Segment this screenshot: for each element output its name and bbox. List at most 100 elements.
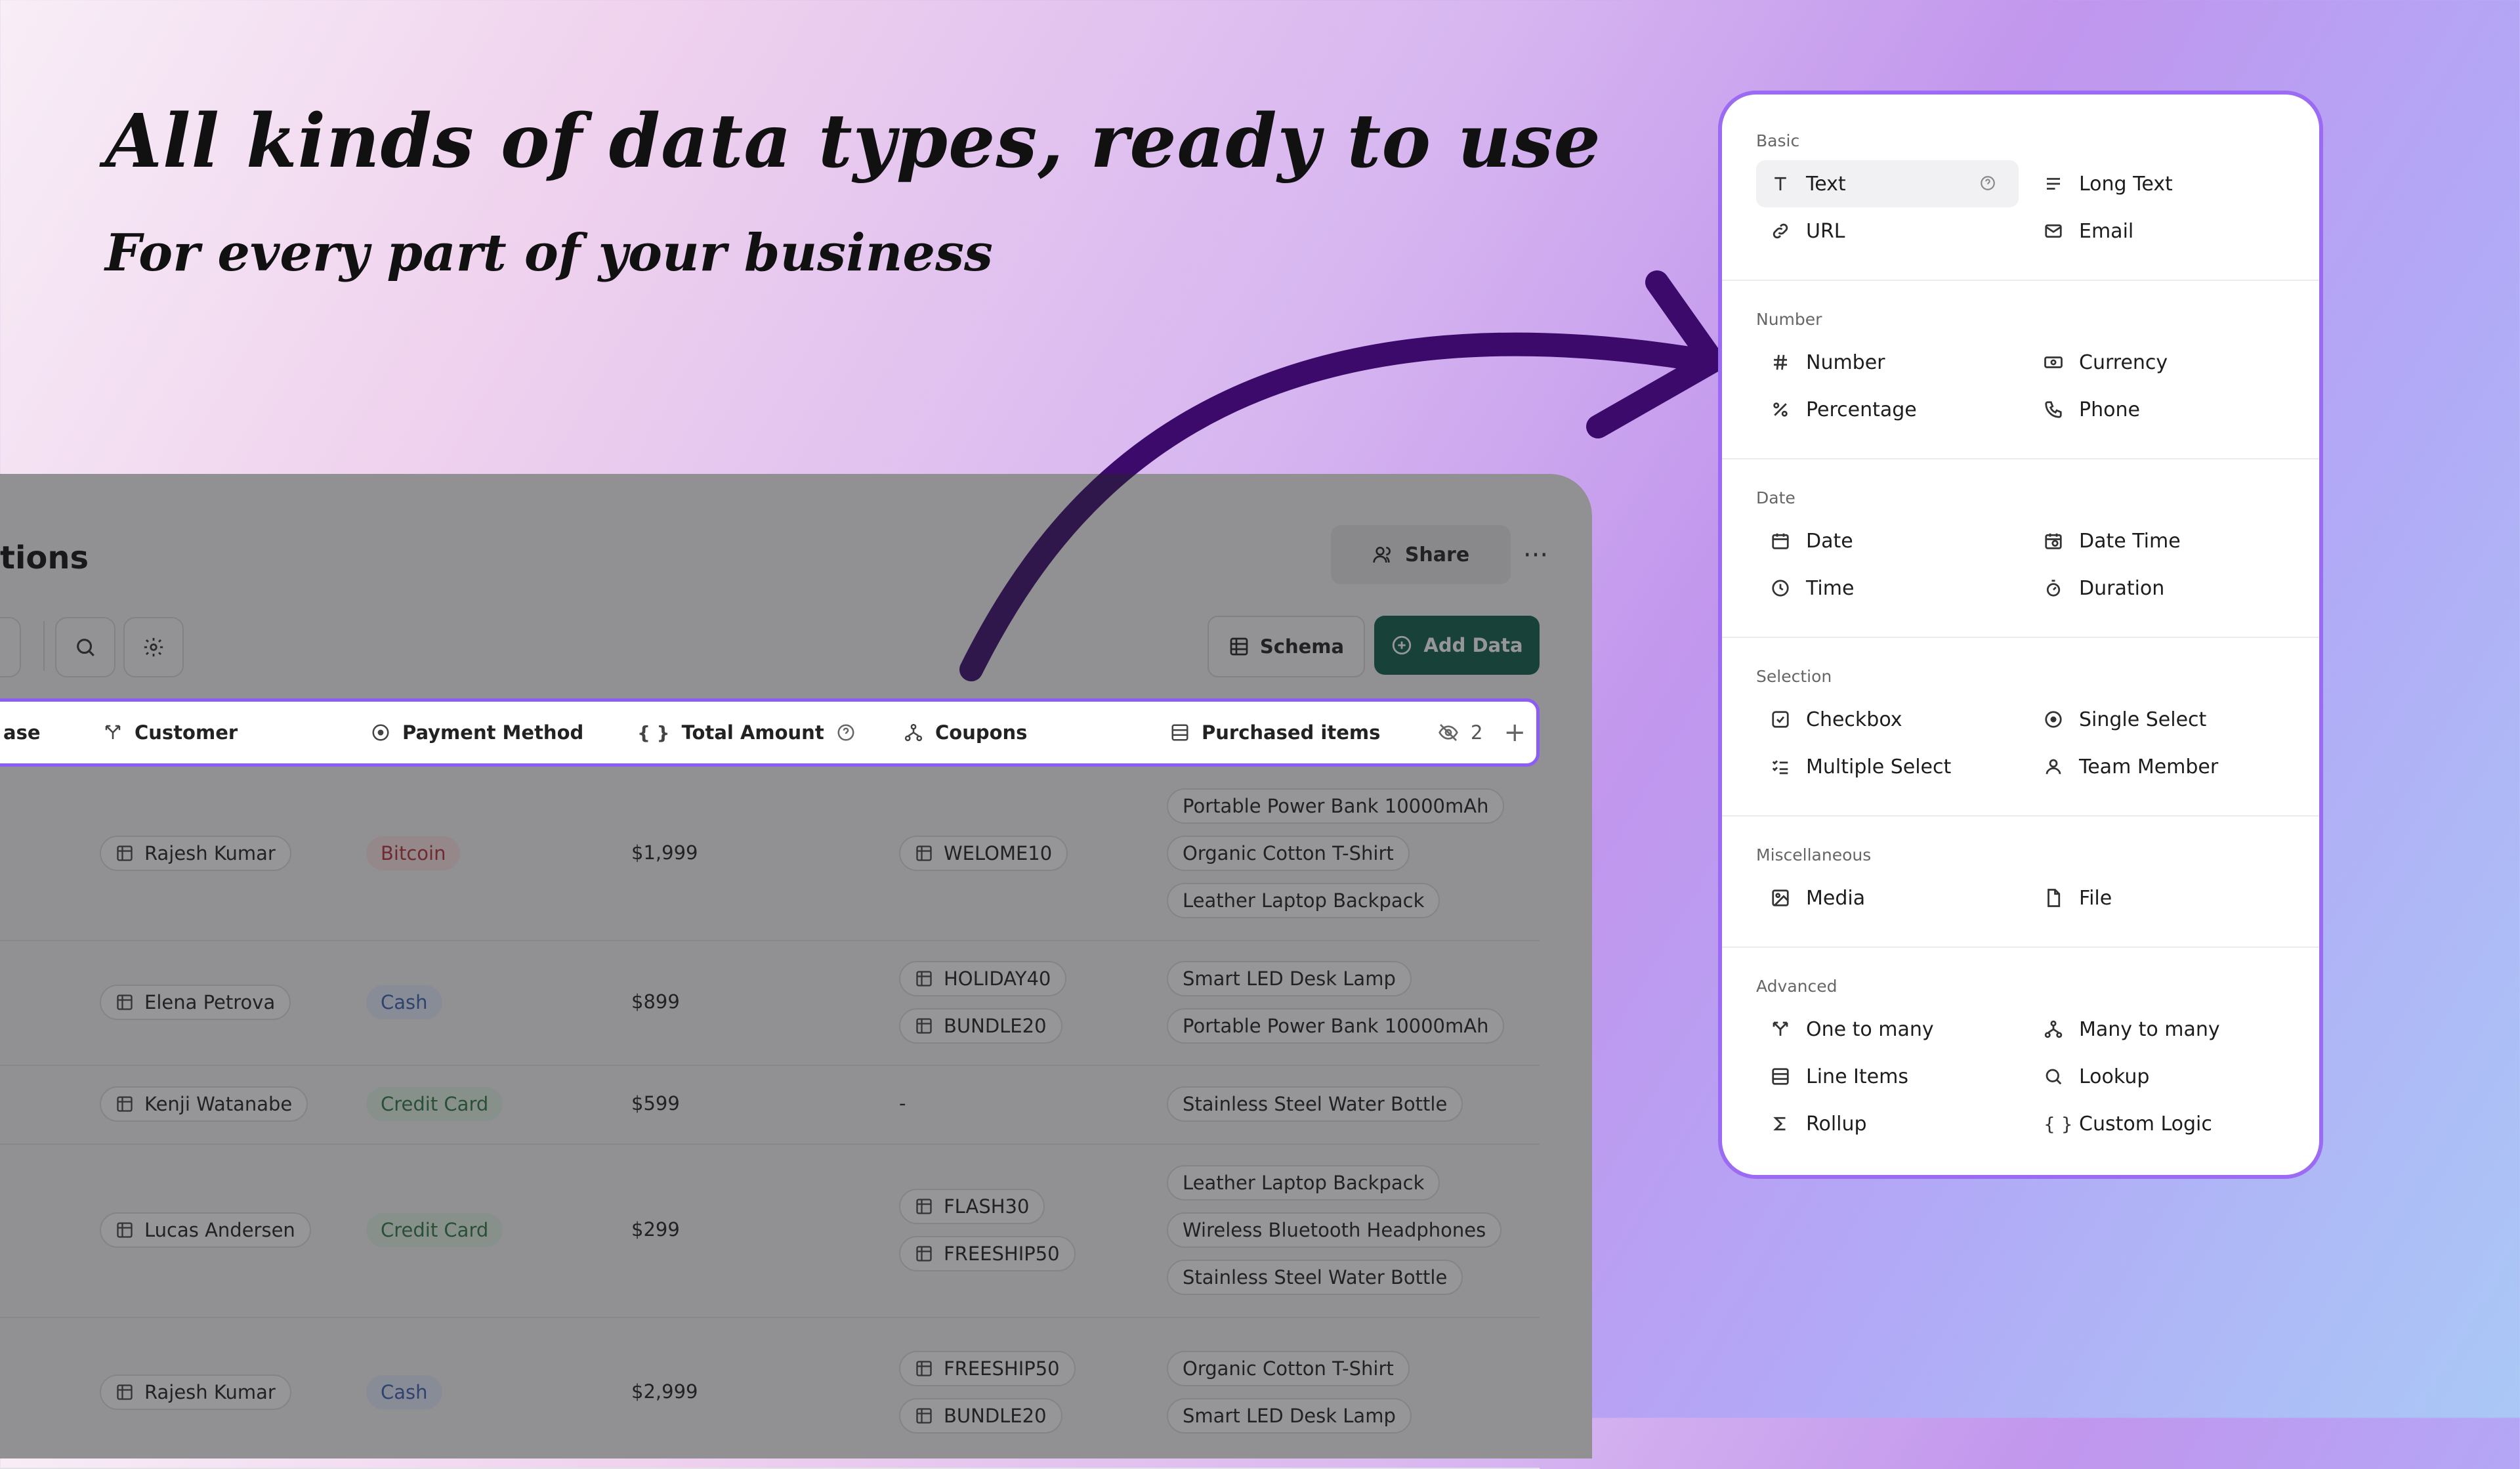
table-row[interactable]: Kenji Watanabe Credit Card $599 - Stainless … (0, 1065, 1540, 1145)
column-header-coupons[interactable]: Coupons (904, 702, 1027, 763)
coupon-chip[interactable]: BUNDLE20 (899, 1398, 1062, 1434)
purchased-item-chip[interactable]: Portable Power Bank 10000mAh (1167, 1008, 1505, 1044)
field-type-file[interactable]: File (2029, 874, 2292, 922)
column-header-total-amount[interactable]: { } Total Amount (637, 702, 856, 763)
table-row[interactable]: Elena Petrova Cash $899 HOLIDAY40 BUNDLE20 Sm… (0, 940, 1540, 1066)
column-header-row[interactable]: ase Customer Payment Method { } Total Am… (0, 698, 1540, 767)
add-column-icon[interactable]: + (1503, 717, 1526, 748)
purchased-item-chip[interactable]: Stainless Steel Water Bottle (1167, 1260, 1463, 1295)
field-type-number[interactable]: Number (1756, 339, 2019, 386)
record-icon (117, 845, 133, 861)
field-type-email[interactable]: Email (2029, 207, 2292, 255)
total-amount: $899 (631, 990, 680, 1013)
customer-name: Lucas Andersen (144, 1219, 295, 1241)
field-type-time[interactable]: Time (1756, 564, 2019, 612)
field-type-text[interactable]: Text (1756, 160, 2019, 207)
table-row[interactable]: Rajesh Kumar Cash $2,999 FREESHIP50 BUNDLE20… (0, 1317, 1540, 1469)
phone-icon (2045, 401, 2062, 418)
column-header-payment-method[interactable]: Payment Method (371, 702, 583, 763)
gear-icon (144, 637, 163, 657)
coupon-chip[interactable]: FLASH30 (899, 1189, 1045, 1224)
table-row[interactable]: Rajesh Kumar Bitcoin $1,999 WELOME10 Portabl… (0, 767, 1540, 941)
schema-label: Schema (1259, 635, 1345, 658)
column-header-purchase[interactable]: ase (3, 702, 41, 763)
section-label-date: Date (1756, 488, 1796, 507)
coupon-chip[interactable]: HOLIDAY40 (899, 961, 1067, 996)
search-button[interactable] (55, 617, 116, 677)
purchased-item-chip[interactable]: Smart LED Desk Lamp (1167, 1398, 1412, 1434)
column-header-customer[interactable]: Customer (103, 702, 238, 763)
field-type-date-time[interactable]: Date Time (2029, 517, 2292, 564)
field-type-duration[interactable]: Duration (2029, 564, 2292, 612)
field-type-custom-logic[interactable]: { } Custom Logic (2029, 1100, 2292, 1147)
section-divider (1722, 947, 2319, 948)
hero-subtitle: For every part of your business (105, 223, 993, 283)
field-type-many-to-many[interactable]: Many to many (2029, 1006, 2292, 1053)
clock-icon (1772, 580, 1789, 597)
schema-button[interactable]: Schema (1208, 616, 1365, 677)
coupon-chip[interactable]: FREESHIP50 (899, 1351, 1076, 1386)
coupon-chip[interactable]: BUNDLE20 (899, 1008, 1062, 1044)
section-label-basic: Basic (1756, 131, 1800, 150)
payment-method-badge: Cash (366, 1375, 442, 1409)
table-row[interactable]: Lucas Andersen Credit Card $299 FLASH30 FREE… (0, 1143, 1540, 1318)
more-icon[interactable]: ··· (1509, 529, 1562, 582)
field-type-line-items[interactable]: Line Items (1756, 1053, 2019, 1100)
section-divider (1722, 280, 2319, 281)
help-icon[interactable] (836, 723, 856, 742)
share-button[interactable]: Share (1331, 525, 1511, 584)
purchased-item-chip[interactable]: Portable Power Bank 10000mAh (1167, 788, 1505, 824)
coupon-chip[interactable]: WELOME10 (899, 836, 1068, 871)
column-header-purchased-items[interactable]: Purchased items (1170, 702, 1380, 763)
coupon-chip[interactable]: FREESHIP50 (899, 1236, 1076, 1271)
lookup-icon (2046, 1069, 2062, 1085)
record-icon (117, 994, 133, 1010)
help-icon[interactable] (1979, 175, 1996, 192)
customer-chip[interactable]: Lucas Andersen (100, 1212, 311, 1248)
one-to-many-icon (1773, 1021, 1788, 1036)
field-type-phone[interactable]: Phone (2029, 386, 2292, 433)
field-type-percentage[interactable]: Percentage (1756, 386, 2019, 433)
field-type-team-member[interactable]: Team Member (2029, 743, 2292, 790)
line-items-icon (1171, 724, 1188, 741)
customer-name: Rajesh Kumar (144, 1381, 276, 1403)
share-user-icon (1373, 547, 1391, 563)
long-text-icon (2047, 178, 2060, 190)
customer-name: Kenji Watanabe (144, 1093, 293, 1115)
add-data-button[interactable]: Add Data (1374, 616, 1540, 675)
purchased-item-chip[interactable]: Wireless Bluetooth Headphones (1167, 1212, 1502, 1248)
purchased-item-chip[interactable]: Organic Cotton T-Shirt (1167, 1351, 1410, 1386)
hero-title: All kinds of data types, ready to use (105, 98, 1601, 184)
field-type-lookup[interactable]: Lookup (2029, 1053, 2292, 1100)
field-type-rollup[interactable]: Rollup (1756, 1100, 2019, 1147)
purchased-item-chip[interactable]: Leather Laptop Backpack (1167, 1165, 1440, 1201)
field-type-one-to-many[interactable]: One to many (1756, 1006, 2019, 1053)
purchased-item-chip[interactable]: Leather Laptop Backpack (1167, 883, 1440, 918)
customer-chip[interactable]: Elena Petrova (100, 985, 291, 1020)
field-type-long-text[interactable]: Long Text (2029, 160, 2292, 207)
customer-chip[interactable]: Rajesh Kumar (100, 836, 291, 871)
settings-button[interactable] (123, 617, 184, 677)
field-type-currency[interactable]: Currency (2029, 339, 2292, 386)
purchased-item-chip[interactable]: Stainless Steel Water Bottle (1167, 1086, 1463, 1122)
purchased-item-chip[interactable]: Smart LED Desk Lamp (1167, 961, 1412, 996)
payment-method-badge: Credit Card (366, 1087, 503, 1121)
field-type-single-select[interactable]: Single Select (2029, 696, 2292, 743)
hidden-columns-toggle[interactable]: 2 + (1438, 702, 1526, 763)
coupon-code: FREESHIP50 (944, 1243, 1060, 1265)
share-label: Share (1404, 543, 1470, 566)
filter-button[interactable] (0, 617, 21, 677)
search-icon (77, 639, 94, 656)
customer-chip[interactable]: Kenji Watanabe (100, 1086, 308, 1122)
customer-chip[interactable]: Rajesh Kumar (100, 1374, 291, 1410)
field-type-checkbox[interactable]: Checkbox (1756, 696, 2019, 743)
purchased-item-chip[interactable]: Organic Cotton T-Shirt (1167, 836, 1410, 871)
single-select-icon (372, 724, 389, 741)
field-type-date[interactable]: Date (1756, 517, 2019, 564)
toolbar-divider (43, 621, 45, 671)
plus-circle-icon (1393, 635, 1412, 655)
field-type-multiple-select[interactable]: Multiple Select (1756, 743, 2019, 790)
field-type-media[interactable]: Media (1756, 874, 2019, 922)
custom-logic-icon: { } (2044, 1113, 2073, 1135)
field-type-url[interactable]: URL (1756, 207, 2019, 255)
